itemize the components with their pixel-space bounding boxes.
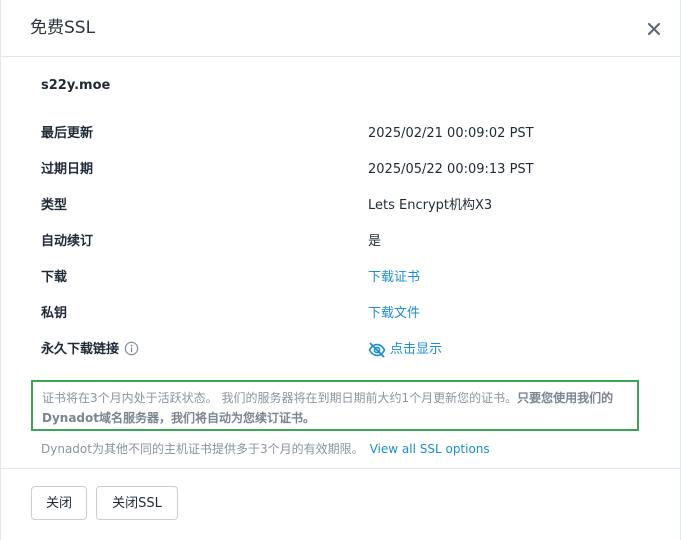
expiry-date-label: 过期日期 (41, 162, 94, 177)
type-label: 类型 (41, 198, 68, 213)
close-icon[interactable] (643, 18, 665, 40)
view-all-ssl-options-link[interactable]: View all SSL options (370, 442, 490, 456)
last-updated-label: 最后更新 (41, 126, 94, 141)
dialog-footer: 关闭 关闭SSL (1, 468, 680, 540)
info-icon[interactable] (124, 341, 139, 356)
validity-note-text: Dynadot为其他不同的主机证书提供多于3个月的有效期限。 (41, 442, 364, 456)
row-download: 下载 下载证书 (41, 267, 641, 289)
dialog-title: 免费SSL (30, 18, 96, 38)
dialog-header: 免费SSL (1, 0, 680, 57)
permanent-link-label-text: 永久下载链接 (41, 342, 120, 357)
row-expiry-date: 过期日期 2025/05/22 00:09:13 PST (41, 159, 641, 181)
eye-slash-icon (368, 342, 386, 358)
validity-note: Dynadot为其他不同的主机证书提供多于3个月的有效期限。 View all S… (41, 439, 490, 459)
permanent-link-label: 永久下载链接 (41, 339, 139, 361)
renewal-notice: 证书将在3个月内处于活跃状态。 我们的服务器将在到期日期前大约1个月更新您的证书… (31, 380, 639, 431)
auto-renew-value: 是 (368, 234, 382, 249)
close-button[interactable]: 关闭 (31, 486, 87, 520)
row-permanent-link: 永久下载链接 点击显示 (41, 339, 641, 361)
domain-name: s22y.moe (41, 78, 111, 93)
row-last-updated: 最后更新 2025/02/21 00:09:02 PST (41, 123, 641, 145)
download-certificate-link[interactable]: 下载证书 (368, 267, 420, 289)
download-file-link[interactable]: 下载文件 (368, 303, 420, 325)
private-key-label: 私钥 (41, 306, 68, 321)
download-label: 下载 (41, 270, 68, 285)
ssl-dialog: 免费SSL s22y.moe 最后更新 2025/02/21 00:09:02 … (0, 0, 681, 540)
type-value: Lets Encrypt机构X3 (368, 198, 493, 213)
row-auto-renew: 自动续订 是 (41, 231, 641, 253)
row-private-key: 私钥 下载文件 (41, 303, 641, 325)
row-type: 类型 Lets Encrypt机构X3 (41, 195, 641, 217)
auto-renew-label: 自动续订 (41, 234, 94, 249)
click-to-show-label: 点击显示 (390, 342, 443, 357)
expiry-date-value: 2025/05/22 00:09:13 PST (368, 162, 534, 177)
close-ssl-button[interactable]: 关闭SSL (96, 486, 178, 520)
last-updated-value: 2025/02/21 00:09:02 PST (368, 126, 534, 141)
notice-text: 证书将在3个月内处于活跃状态。 我们的服务器将在到期日期前大约1个月更新您的证书… (42, 391, 518, 405)
